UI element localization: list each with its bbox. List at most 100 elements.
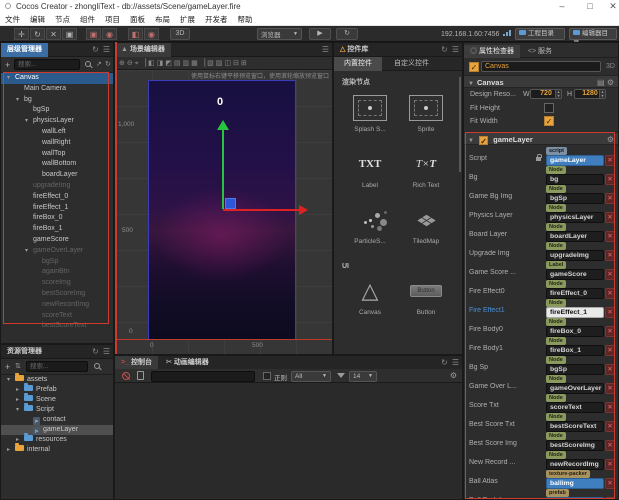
property-value-field[interactable]: boardLayer: [546, 231, 604, 242]
font-size-dropdown[interactable]: 14▼: [349, 371, 377, 382]
scale-tool-icon[interactable]: ✕: [46, 28, 61, 40]
property-value-field[interactable]: scoreText: [546, 402, 604, 413]
menu-item-9[interactable]: 帮助: [233, 13, 258, 26]
fit-height-checkbox[interactable]: [544, 103, 554, 113]
node-active-checkbox[interactable]: ✓: [469, 62, 479, 72]
hierarchy-item-upgradeImg[interactable]: upgradeImg: [1, 181, 113, 192]
preview-target-dropdown[interactable]: 浏览器▼: [257, 28, 302, 40]
search-icon[interactable]: [94, 363, 100, 369]
remove-reference-button[interactable]: ✕: [605, 345, 615, 356]
hierarchy-item-wallBottom[interactable]: wallBottom: [1, 159, 113, 170]
console-filter-input[interactable]: [151, 371, 255, 382]
property-value-field[interactable]: physicsLayer: [546, 212, 604, 223]
tab-custom-widgets[interactable]: 自定义控件: [384, 57, 439, 71]
collapse-arrow-icon[interactable]: ▼: [468, 81, 474, 87]
refresh-icon[interactable]: ↻: [441, 45, 448, 54]
rect-tool-icon[interactable]: ▣: [62, 28, 77, 40]
remove-reference-button[interactable]: ✕: [605, 459, 615, 470]
expand-arrow-icon[interactable]: ▾: [25, 246, 33, 257]
gear-icon[interactable]: ⚙: [607, 135, 614, 144]
assets-search-input[interactable]: [26, 361, 88, 372]
menu-item-0[interactable]: 文件: [0, 13, 25, 26]
tab-inspector[interactable]: ◎ 属性检查器: [464, 45, 520, 58]
remove-reference-button[interactable]: ✕: [605, 231, 615, 242]
gamelayer-component-header[interactable]: ▼ ✓ gameLayer ⚙: [464, 132, 618, 145]
refresh-button[interactable]: ↻: [336, 28, 358, 40]
log-level-dropdown[interactable]: All▼: [291, 371, 331, 382]
widget-sprite[interactable]: Sprite: [398, 89, 454, 145]
create-asset-button[interactable]: +: [5, 362, 10, 372]
widget-splashs[interactable]: Splash S...: [342, 89, 398, 145]
menu-item-7[interactable]: 扩展: [175, 13, 200, 26]
hierarchy-item-bgSp[interactable]: bgSp: [1, 105, 113, 116]
scene-viewport[interactable]: 使用鼠标右键平移预览窗口，使用滚轮缩放预览窗口 1,000 500 0 0 50…: [116, 70, 332, 354]
remove-reference-button[interactable]: ✕: [605, 174, 615, 185]
hierarchy-item-fireBox_1[interactable]: fireBox_1: [1, 224, 113, 235]
asset-item-contact[interactable]: jscontact: [1, 415, 113, 425]
scrollbar[interactable]: [459, 77, 461, 172]
menu-item-5[interactable]: 面板: [125, 13, 150, 26]
hierarchy-item-againBtn[interactable]: againBtn: [1, 267, 113, 278]
gizmo-y-arrowhead[interactable]: [217, 120, 229, 130]
gear-icon[interactable]: ⚙: [607, 78, 614, 87]
asset-item-Prefab[interactable]: ▸Prefab: [1, 385, 113, 395]
remove-reference-button[interactable]: ✕: [605, 364, 615, 375]
asset-item-gameLayer[interactable]: jsgameLayer: [1, 425, 113, 435]
rotate-tool-icon[interactable]: ↻: [30, 28, 45, 40]
expand-arrow-icon[interactable]: ▸: [16, 385, 24, 395]
property-value-field[interactable]: gameLayer: [546, 155, 604, 166]
menu-icon[interactable]: ☰: [103, 347, 110, 356]
widget-label[interactable]: TXTLabel: [342, 145, 398, 201]
hierarchy-item-fireEffect_1[interactable]: fireEffect_1: [1, 203, 113, 214]
property-value-field[interactable]: bestScoreText: [546, 421, 604, 432]
hierarchy-item-wallLeft[interactable]: wallLeft: [1, 127, 113, 138]
property-value-field[interactable]: fireEffect_0: [546, 288, 604, 299]
menu-item-2[interactable]: 节点: [50, 13, 75, 26]
refresh-icon[interactable]: ↻: [105, 60, 111, 68]
tab-hierarchy[interactable]: 层级管理器: [1, 43, 48, 57]
remove-reference-button[interactable]: ✕: [605, 326, 615, 337]
search-icon[interactable]: [85, 61, 91, 67]
widget-canvas[interactable]: △Canvas: [342, 272, 398, 328]
tab-scene[interactable]: ▲场景编辑器: [115, 43, 171, 57]
expand-arrow-icon[interactable]: ▾: [16, 95, 24, 106]
remove-reference-button[interactable]: ✕: [605, 250, 615, 261]
collapse-log-icon[interactable]: [137, 371, 144, 380]
collapse-arrow-icon[interactable]: ▼: [468, 138, 474, 144]
property-value-field[interactable]: ball: [546, 497, 604, 500]
hierarchy-item-bestScoreImg[interactable]: bestScoreImg: [1, 289, 113, 300]
anchor-toggle-icon[interactable]: ◉: [102, 28, 117, 40]
refresh-icon[interactable]: ↻: [441, 358, 448, 367]
close-button[interactable]: ✕: [603, 0, 619, 13]
property-value-field[interactable]: gameScore: [546, 269, 604, 280]
hierarchy-item-boardLayer[interactable]: boardLayer: [1, 170, 113, 181]
gizmo-x-axis[interactable]: [223, 209, 299, 211]
hierarchy-search-input[interactable]: [14, 59, 80, 70]
expand-icon[interactable]: ↗: [96, 60, 102, 68]
gizmo-y-axis[interactable]: [222, 129, 224, 209]
menu-item-8[interactable]: 开发者: [200, 13, 233, 26]
refresh-icon[interactable]: ↻: [92, 347, 99, 356]
fit-width-checkbox[interactable]: ✓: [544, 116, 554, 126]
hierarchy-item-wallTop[interactable]: wallTop: [1, 149, 113, 160]
hierarchy-item-Main Camera[interactable]: Main Camera: [1, 84, 113, 95]
widget-richtext[interactable]: T×TRich Text: [398, 145, 454, 201]
tab-assets[interactable]: 资源管理器: [1, 345, 48, 359]
tab-console[interactable]: >_控制台: [115, 356, 158, 370]
project-dir-button[interactable]: 工程目录: [515, 28, 565, 40]
remove-reference-button[interactable]: ✕: [605, 497, 615, 500]
remove-reference-button[interactable]: ✕: [605, 440, 615, 451]
menu-item-4[interactable]: 项目: [100, 13, 125, 26]
property-value-field[interactable]: newRecordImg: [546, 459, 604, 470]
hierarchy-item-gameScore[interactable]: gameScore: [1, 235, 113, 246]
canvas-component-header[interactable]: ▼Canvas ▤ ⚙: [464, 75, 618, 88]
gizmo-origin-handle[interactable]: [225, 198, 236, 209]
expand-arrow-icon[interactable]: ▾: [16, 405, 24, 415]
create-node-button[interactable]: +: [5, 60, 10, 70]
tab-builtin-widgets[interactable]: 内置控件: [334, 57, 382, 71]
asset-item-internal[interactable]: ▸internal: [1, 445, 113, 455]
hierarchy-item-physicsLayer[interactable]: ▾physicsLayer: [1, 116, 113, 127]
property-value-field[interactable]: bestScoreImg: [546, 440, 604, 451]
hierarchy-item-wallRight[interactable]: wallRight: [1, 138, 113, 149]
remove-reference-button[interactable]: ✕: [605, 193, 615, 204]
